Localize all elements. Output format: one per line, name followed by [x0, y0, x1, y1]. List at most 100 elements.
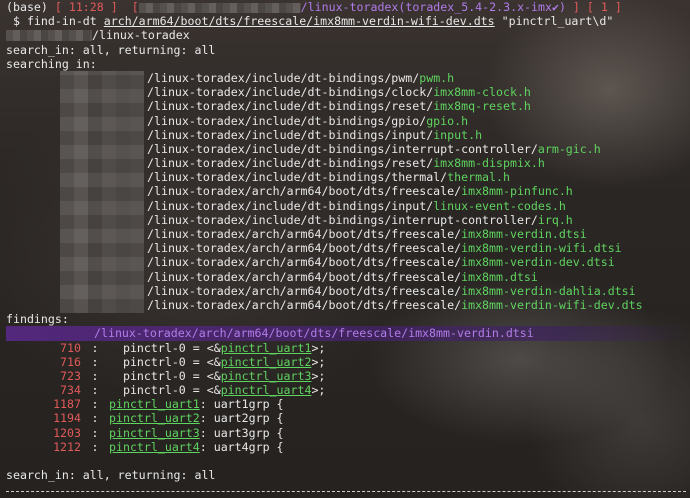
finding-suffix: >; — [311, 354, 326, 369]
searching-item-file: imx8mm-verdin.dtsi — [461, 227, 587, 241]
cwd-line: /linux-toradex — [6, 28, 690, 42]
finding-line-number: 1203 — [53, 425, 81, 440]
searching-item-dir: /linux-toradex/arch/arm64/boot/dts/frees… — [147, 283, 462, 298]
finding-suffix: >; — [311, 368, 326, 383]
finding-row: 1194: pinctrl_uart2: uart2grp { — [6, 411, 690, 425]
finding-line-number: 1194 — [53, 411, 81, 426]
finding-line-number: 723 — [60, 368, 81, 383]
redacted-block — [60, 71, 144, 313]
finding-match: pinctrl_uart2 — [220, 354, 312, 369]
searching-item-file: imx8mm-dispmix.h — [433, 156, 545, 171]
searching-item-file: linux-event-codes.h — [433, 198, 566, 213]
searching-item-file: input.h — [433, 127, 483, 142]
searching-item-file: imx8mq-reset.h — [433, 99, 531, 114]
finding-line-number: 710 — [60, 340, 81, 355]
finding-match: pinctrl_uart4 — [109, 439, 200, 454]
findings-file: /linux-toradex/arch/arm64/boot/dts/frees… — [6, 326, 690, 341]
finding-row: 723: pinctrl-0 = <&pinctrl_uart3>; — [6, 369, 690, 383]
finding-suffix: >; — [311, 383, 326, 398]
searching-item-dir: /linux-toradex/include/dt-bindings/reset… — [147, 156, 434, 171]
searching-item-dir: /linux-toradex/include/dt-bindings/input… — [147, 127, 434, 142]
searching-item-file: thermal.h — [447, 170, 510, 185]
finding-separator: : — [91, 439, 99, 454]
finding-match: pinctrl_uart3 — [109, 425, 200, 440]
redacted-cwd — [6, 30, 92, 42]
finding-match: pinctrl_uart2 — [109, 411, 200, 426]
searching-item-dir: /linux-toradex/arch/arm64/boot/dts/frees… — [147, 227, 462, 241]
searching-item-dir: /linux-toradex/arch/arm64/boot/dts/frees… — [147, 297, 462, 312]
finding-separator: : — [91, 368, 99, 383]
searching-item-dir: /linux-toradex/include/dt-bindings/inter… — [147, 141, 538, 156]
finding-row: 1212: pinctrl_uart4: uart4grp { — [6, 440, 690, 454]
findings-file-path: /linux-toradex/arch/arm64/boot/dts/frees… — [94, 326, 534, 341]
command-line[interactable]: $ find-in-dt arch/arm64/boot/dts/freesca… — [6, 14, 690, 28]
finding-prefix: pinctrl-0 = <& — [109, 340, 221, 355]
finding-separator: : — [91, 397, 99, 412]
searching-item-dir: /linux-toradex/arch/arm64/boot/dts/frees… — [147, 255, 462, 270]
empty-line — [6, 454, 690, 468]
finding-row: 1187: pinctrl_uart1: uart1grp { — [6, 397, 690, 411]
searching-item-file: imx8mm-verdin-dahlia.dtsi — [461, 283, 636, 298]
searching-item-dir: /linux-toradex/arch/arm64/boot/dts/frees… — [147, 184, 462, 199]
redacted-path — [138, 2, 301, 13]
finding-separator: : — [91, 383, 99, 398]
search-in-top: search_in: all, returning: all — [6, 42, 216, 57]
finding-line-number: 1187 — [53, 397, 81, 412]
command-file-arg: arch/arm64/boot/dts/freescale/imx8mm-ver… — [103, 14, 495, 29]
finding-suffix: : uart3grp { — [199, 425, 284, 440]
divider — [6, 491, 686, 492]
searching-item-file: imx8mm.dtsi — [461, 269, 538, 284]
searching-item-file: arm-gic.h — [537, 141, 601, 156]
finding-line-number: 716 — [60, 354, 81, 369]
finding-separator: : — [91, 411, 99, 426]
finding-row: 710: pinctrl-0 = <&pinctrl_uart1>; — [6, 341, 690, 355]
finding-suffix: : uart2grp { — [199, 411, 284, 426]
status-count: 1 — [600, 0, 608, 14]
conda-env: (base) — [6, 0, 48, 14]
searching-item-file: gpio.h — [426, 113, 469, 128]
finding-separator: : — [91, 425, 99, 440]
searching-item-file: imx8mm-clock.h — [433, 85, 531, 100]
searching-label: searching in: — [6, 56, 97, 71]
finding-prefix: pinctrl-0 = <& — [109, 354, 221, 369]
finding-row: 716: pinctrl-0 = <&pinctrl_uart2>; — [6, 355, 690, 369]
finding-prefix: pinctrl-0 = <& — [109, 383, 221, 398]
finding-match: pinctrl_uart1 — [220, 340, 312, 355]
finding-separator: : — [91, 354, 99, 369]
prompt-line: (base) [ 11:28 ] [/linux-toradex(toradex… — [6, 0, 622, 14]
searching-item-dir: /linux-toradex/arch/arm64/boot/dts/frees… — [147, 269, 462, 284]
searching-item-file: irq.h — [537, 212, 573, 227]
prompt-time: 11:28 — [68, 0, 104, 14]
searching-item-dir: /linux-toradex/arch/arm64/boot/dts/frees… — [147, 241, 462, 256]
finding-suffix: >; — [311, 340, 326, 355]
finding-row: 1203: pinctrl_uart3: uart3grp { — [6, 426, 690, 440]
finding-line-number: 734 — [60, 383, 81, 398]
command-name: find-in-dt — [26, 14, 97, 29]
findings-list: 710: pinctrl-0 = <&pinctrl_uart1>; 716: p… — [6, 341, 690, 455]
searching-item-dir: /linux-toradex/include/dt-bindings/reset… — [147, 99, 434, 114]
finding-row: 734: pinctrl-0 = <&pinctrl_uart4>; — [6, 383, 690, 397]
searching-item-file: imx8mm-pinfunc.h — [461, 184, 573, 199]
searching-item-dir: /linux-toradex/include/dt-bindings/pwm/ — [147, 70, 420, 85]
finding-match: pinctrl_uart3 — [220, 368, 312, 383]
searching-item-file: imx8mm-verdin-wifi-dev.dts — [461, 297, 643, 312]
prompt-dollar: $ — [12, 14, 20, 29]
finding-suffix: : uart1grp { — [199, 397, 284, 412]
cwd-suffix: /linux-toradex — [92, 28, 190, 43]
searching-item-file: imx8mm-verdin-wifi.dtsi — [461, 241, 622, 256]
finding-match: pinctrl_uart1 — [109, 397, 200, 412]
finding-match: pinctrl_uart4 — [220, 383, 312, 398]
finding-line-number: 1212 — [53, 439, 81, 454]
searching-item-dir: /linux-toradex/include/dt-bindings/clock… — [147, 85, 434, 100]
command-pattern-arg: "pinctrl_uart\d" — [501, 14, 614, 29]
searching-item-dir: /linux-toradex/include/dt-bindings/gpio/ — [147, 113, 427, 128]
searching-item-dir: /linux-toradex/include/dt-bindings/therm… — [147, 170, 448, 185]
git-branch: (toradex_5.4-2.3.x-imx✔) — [398, 0, 566, 14]
finding-suffix: : uart4grp { — [199, 439, 284, 454]
finding-separator: : — [91, 340, 99, 355]
searching-item-dir: /linux-toradex/include/dt-bindings/input… — [147, 198, 434, 213]
findings-label: findings: — [6, 312, 69, 327]
searching-item-dir: /linux-toradex/include/dt-bindings/inter… — [147, 212, 538, 227]
searching-item-file: pwm.h — [419, 70, 455, 85]
finding-prefix: pinctrl-0 = <& — [109, 368, 221, 383]
